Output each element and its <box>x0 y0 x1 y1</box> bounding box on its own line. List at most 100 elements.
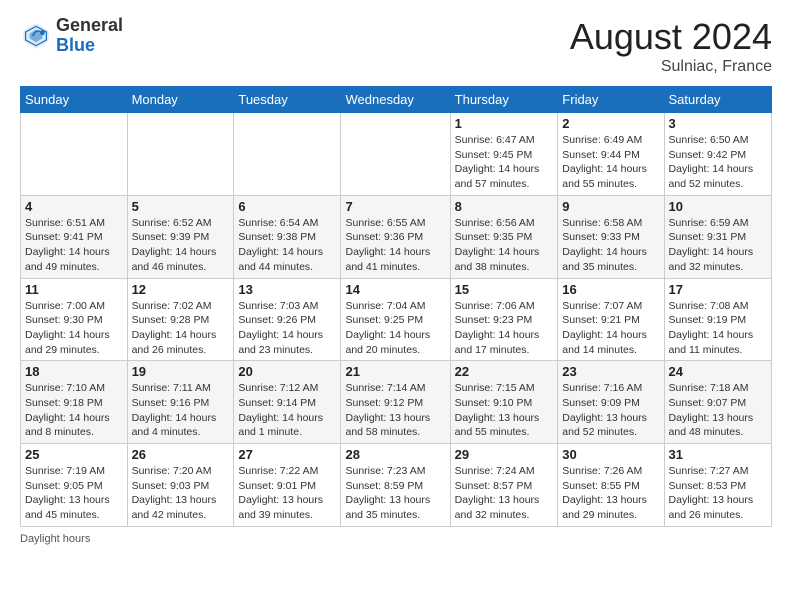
cell-info: Sunrise: 7:27 AMSunset: 8:53 PMDaylight:… <box>669 464 767 523</box>
logo: General Blue <box>20 16 123 56</box>
cell-day-number: 27 <box>238 447 336 462</box>
calendar-cell: 13Sunrise: 7:03 AMSunset: 9:26 PMDayligh… <box>234 278 341 361</box>
calendar-cell: 15 Sunrise: 7:06 AMSunset: 9:23 PMDayligh… <box>450 278 558 361</box>
cell-info: Sunrise: 7:11 AMSunset: 9:16 PMDaylight:… <box>132 381 230 440</box>
cell-day-number: 16 <box>562 282 659 297</box>
cell-info: Sunrise: 7:04 AMSunset: 9:25 PMDaylight:… <box>345 299 445 358</box>
cell-day-number: 15 <box>455 282 554 297</box>
cell-info: Sunrise: 7:12 AMSunset: 9:14 PMDaylight:… <box>238 381 336 440</box>
calendar-cell: 22 Sunrise: 7:15 AMSunset: 9:10 PMDayligh… <box>450 361 558 444</box>
calendar-cell <box>127 113 234 196</box>
cell-info: Sunrise: 7:06 AMSunset: 9:23 PMDaylight:… <box>455 299 554 358</box>
cell-info: Sunrise: 6:49 AMSunset: 9:44 PMDaylight:… <box>562 133 659 192</box>
cell-day-number: 21 <box>345 364 445 379</box>
calendar-cell: 27Sunrise: 7:22 AMSunset: 9:01 PMDayligh… <box>234 444 341 527</box>
footer: Daylight hours <box>20 533 772 545</box>
week-row-2: 4 Sunrise: 6:51 AMSunset: 9:41 PMDaylight… <box>21 195 772 278</box>
cell-day-number: 24 <box>669 364 767 379</box>
cell-day-number: 25 <box>25 447 123 462</box>
cell-day-number: 5 <box>132 199 230 214</box>
calendar-cell: 4 Sunrise: 6:51 AMSunset: 9:41 PMDaylight… <box>21 195 128 278</box>
cell-info: Sunrise: 7:23 AMSunset: 8:59 PMDaylight:… <box>345 464 445 523</box>
calendar-cell: 5 Sunrise: 6:52 AMSunset: 9:39 PMDaylight… <box>127 195 234 278</box>
calendar-cell: 12 Sunrise: 7:02 AMSunset: 9:28 PMDayligh… <box>127 278 234 361</box>
col-header-thursday: Thursday <box>450 87 558 113</box>
week-row-5: 25 Sunrise: 7:19 AMSunset: 9:05 PMDayligh… <box>21 444 772 527</box>
cell-info: Sunrise: 7:15 AMSunset: 9:10 PMDaylight:… <box>455 381 554 440</box>
cell-day-number: 31 <box>669 447 767 462</box>
calendar-cell: 28 Sunrise: 7:23 AMSunset: 8:59 PMDayligh… <box>341 444 450 527</box>
calendar-cell: 29 Sunrise: 7:24 AMSunset: 8:57 PMDayligh… <box>450 444 558 527</box>
cell-day-number: 19 <box>132 364 230 379</box>
cell-day-number: 14 <box>345 282 445 297</box>
page: General Blue August 2024 Sulniac, France… <box>0 0 792 612</box>
cell-day-number: 6 <box>238 199 336 214</box>
cell-info: Sunrise: 6:51 AMSunset: 9:41 PMDaylight:… <box>25 216 123 275</box>
title-block: August 2024 Sulniac, France <box>570 16 772 76</box>
calendar-cell: 6Sunrise: 6:54 AMSunset: 9:38 PMDaylight… <box>234 195 341 278</box>
cell-info: Sunrise: 6:52 AMSunset: 9:39 PMDaylight:… <box>132 216 230 275</box>
logo-text: General Blue <box>56 16 123 56</box>
calendar-cell: 17Sunrise: 7:08 AMSunset: 9:19 PMDayligh… <box>664 278 771 361</box>
col-header-tuesday: Tuesday <box>234 87 341 113</box>
cell-info: Sunrise: 7:03 AMSunset: 9:26 PMDaylight:… <box>238 299 336 358</box>
col-header-monday: Monday <box>127 87 234 113</box>
cell-info: Sunrise: 7:19 AMSunset: 9:05 PMDaylight:… <box>25 464 123 523</box>
calendar-header: SundayMondayTuesdayWednesdayThursdayFrid… <box>21 87 772 113</box>
cell-info: Sunrise: 6:59 AMSunset: 9:31 PMDaylight:… <box>669 216 767 275</box>
calendar-cell: 3Sunrise: 6:50 AMSunset: 9:42 PMDaylight… <box>664 113 771 196</box>
cell-day-number: 9 <box>562 199 659 214</box>
cell-info: Sunrise: 7:24 AMSunset: 8:57 PMDaylight:… <box>455 464 554 523</box>
cell-day-number: 28 <box>345 447 445 462</box>
cell-day-number: 11 <box>25 282 123 297</box>
calendar-cell: 14 Sunrise: 7:04 AMSunset: 9:25 PMDayligh… <box>341 278 450 361</box>
calendar-cell: 23 Sunrise: 7:16 AMSunset: 9:09 PMDayligh… <box>558 361 664 444</box>
week-row-1: 1 Sunrise: 6:47 AMSunset: 9:45 PMDaylight… <box>21 113 772 196</box>
calendar-cell: 10 Sunrise: 6:59 AMSunset: 9:31 PMDayligh… <box>664 195 771 278</box>
cell-day-number: 18 <box>25 364 123 379</box>
cell-day-number: 7 <box>345 199 445 214</box>
calendar-cell: 16Sunrise: 7:07 AMSunset: 9:21 PMDayligh… <box>558 278 664 361</box>
cell-day-number: 30 <box>562 447 659 462</box>
cell-day-number: 2 <box>562 116 659 131</box>
cell-day-number: 26 <box>132 447 230 462</box>
cell-day-number: 4 <box>25 199 123 214</box>
cell-info: Sunrise: 6:58 AMSunset: 9:33 PMDaylight:… <box>562 216 659 275</box>
col-header-friday: Friday <box>558 87 664 113</box>
calendar-cell: 21 Sunrise: 7:14 AMSunset: 9:12 PMDayligh… <box>341 361 450 444</box>
calendar-cell: 31 Sunrise: 7:27 AMSunset: 8:53 PMDayligh… <box>664 444 771 527</box>
calendar: SundayMondayTuesdayWednesdayThursdayFrid… <box>20 86 772 527</box>
cell-info: Sunrise: 6:55 AMSunset: 9:36 PMDaylight:… <box>345 216 445 275</box>
cell-info: Sunrise: 7:02 AMSunset: 9:28 PMDaylight:… <box>132 299 230 358</box>
calendar-cell <box>21 113 128 196</box>
daylight-hours-label: Daylight hours <box>20 533 90 545</box>
cell-day-number: 17 <box>669 282 767 297</box>
calendar-cell: 9 Sunrise: 6:58 AMSunset: 9:33 PMDaylight… <box>558 195 664 278</box>
cell-info: Sunrise: 7:00 AMSunset: 9:30 PMDaylight:… <box>25 299 123 358</box>
cell-info: Sunrise: 6:47 AMSunset: 9:45 PMDaylight:… <box>455 133 554 192</box>
header-row: SundayMondayTuesdayWednesdayThursdayFrid… <box>21 87 772 113</box>
cell-info: Sunrise: 7:16 AMSunset: 9:09 PMDaylight:… <box>562 381 659 440</box>
cell-day-number: 12 <box>132 282 230 297</box>
cell-day-number: 3 <box>669 116 767 131</box>
cell-day-number: 1 <box>455 116 554 131</box>
calendar-cell: 30Sunrise: 7:26 AMSunset: 8:55 PMDayligh… <box>558 444 664 527</box>
week-row-3: 11 Sunrise: 7:00 AMSunset: 9:30 PMDayligh… <box>21 278 772 361</box>
cell-day-number: 23 <box>562 364 659 379</box>
calendar-cell: 20 Sunrise: 7:12 AMSunset: 9:14 PMDayligh… <box>234 361 341 444</box>
logo-general: General <box>56 16 123 36</box>
calendar-cell: 24Sunrise: 7:18 AMSunset: 9:07 PMDayligh… <box>664 361 771 444</box>
cell-day-number: 22 <box>455 364 554 379</box>
col-header-wednesday: Wednesday <box>341 87 450 113</box>
calendar-cell <box>234 113 341 196</box>
cell-info: Sunrise: 7:14 AMSunset: 9:12 PMDaylight:… <box>345 381 445 440</box>
calendar-body: 1 Sunrise: 6:47 AMSunset: 9:45 PMDaylight… <box>21 113 772 527</box>
cell-day-number: 10 <box>669 199 767 214</box>
calendar-cell: 11 Sunrise: 7:00 AMSunset: 9:30 PMDayligh… <box>21 278 128 361</box>
month-year: August 2024 <box>570 16 772 58</box>
cell-day-number: 20 <box>238 364 336 379</box>
header: General Blue August 2024 Sulniac, France <box>20 16 772 76</box>
cell-day-number: 29 <box>455 447 554 462</box>
calendar-cell: 1 Sunrise: 6:47 AMSunset: 9:45 PMDaylight… <box>450 113 558 196</box>
calendar-cell: 19 Sunrise: 7:11 AMSunset: 9:16 PMDayligh… <box>127 361 234 444</box>
